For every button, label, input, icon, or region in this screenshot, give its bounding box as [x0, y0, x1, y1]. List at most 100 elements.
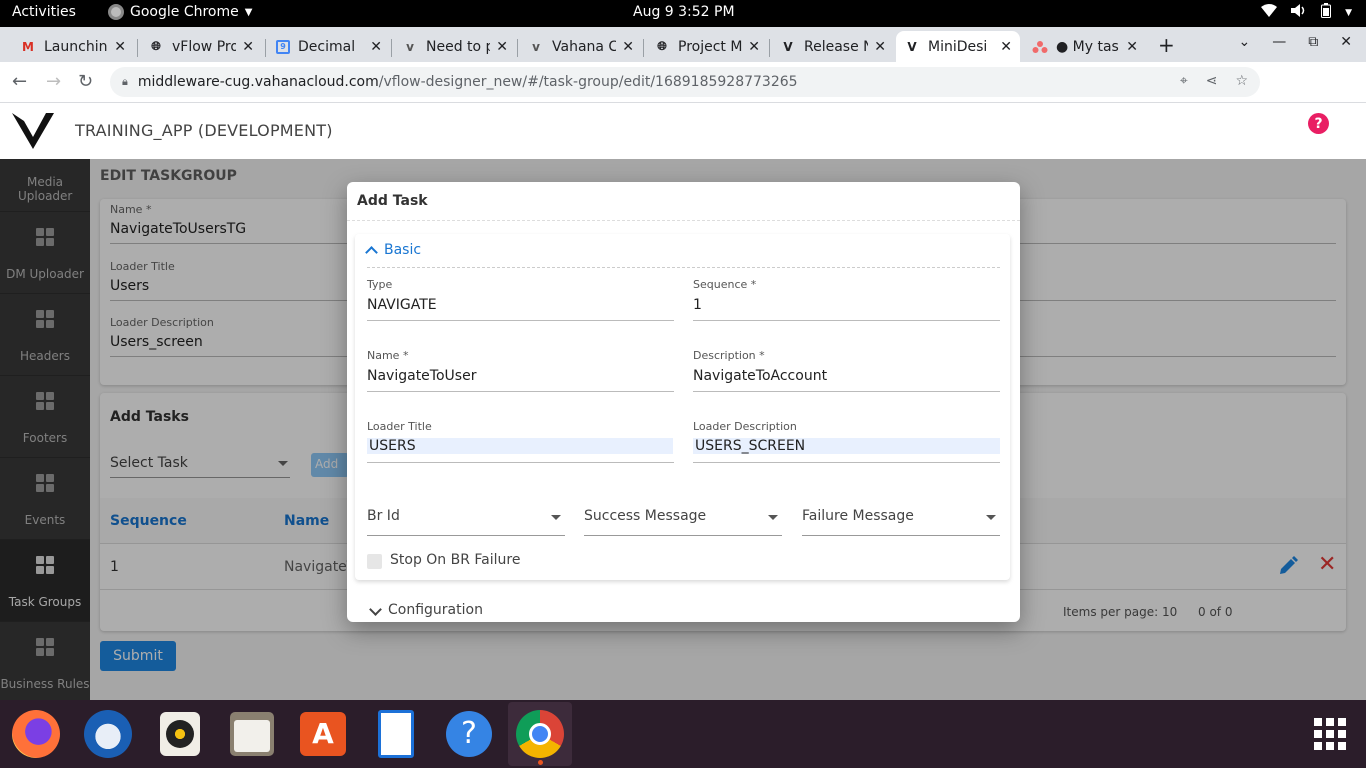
- firefox-icon[interactable]: [12, 710, 60, 758]
- minimize-button[interactable]: —: [1272, 34, 1286, 50]
- url-path: /vflow-designer_new/#/task-group/edit/16…: [378, 74, 798, 90]
- browser-tab[interactable]: V Release N ✕: [772, 31, 894, 62]
- close-icon[interactable]: ✕: [496, 39, 508, 55]
- close-icon[interactable]: ✕: [622, 39, 634, 55]
- tab-title: Vahana C: [552, 38, 617, 55]
- tab-title: Need to p: [426, 38, 491, 55]
- loader-description-field[interactable]: USERS_SCREEN: [693, 438, 1000, 454]
- share-icon[interactable]: ⋖: [1206, 73, 1218, 89]
- new-tab-button[interactable]: +: [1158, 33, 1175, 57]
- basic-section-label: Basic: [384, 242, 422, 258]
- sequence-field[interactable]: 1: [693, 297, 702, 313]
- app-menu[interactable]: Google Chrome ▼: [108, 4, 252, 20]
- browser-tab[interactable]: ● My tas ✕: [1024, 31, 1146, 62]
- name-field[interactable]: NavigateToUser: [367, 368, 476, 384]
- files-icon[interactable]: [230, 712, 274, 756]
- browser-tab[interactable]: M Launchin ✕: [12, 31, 134, 62]
- browser-tab[interactable]: 🌐︎ Project M ✕: [646, 31, 768, 62]
- browser-tab[interactable]: 🌐︎ vFlow Pro ✕: [140, 31, 262, 62]
- tab-title: vFlow Pro: [172, 38, 237, 55]
- app-menu-label: Google Chrome: [130, 4, 239, 20]
- help-icon[interactable]: ?: [1308, 113, 1329, 134]
- type-label: Type: [367, 278, 393, 291]
- browser-tab[interactable]: v Need to p ✕: [394, 31, 516, 62]
- tab-title: ● My tas: [1056, 38, 1119, 55]
- help-dock-icon[interactable]: ?: [446, 711, 492, 757]
- system-tray[interactable]: ▼: [1261, 3, 1352, 22]
- back-button[interactable]: ←: [12, 71, 27, 92]
- sequence-label: Sequence *: [693, 278, 757, 291]
- chevron-down-icon: ▼: [244, 6, 253, 18]
- lock-icon[interactable]: 🔒︎: [122, 75, 128, 89]
- close-icon[interactable]: ✕: [1000, 39, 1012, 55]
- gmail-icon: M: [22, 39, 34, 54]
- browser-tab-active[interactable]: V MiniDesi ✕: [896, 31, 1020, 62]
- asana-icon: [1032, 39, 1048, 55]
- bookmark-star-icon[interactable]: ☆: [1235, 73, 1248, 89]
- close-icon[interactable]: ✕: [748, 39, 760, 55]
- description-field[interactable]: NavigateToAccount: [693, 368, 827, 384]
- globe-icon: 🌐︎: [151, 39, 161, 53]
- failure-message-label: Failure Message: [802, 508, 914, 524]
- address-bar[interactable]: 🔒︎ middleware-cug.vahanacloud.com /vflow…: [110, 67, 1260, 97]
- loader-description-label: Loader Description: [693, 420, 797, 433]
- reload-button[interactable]: ↻: [78, 71, 93, 92]
- close-icon[interactable]: ✕: [370, 39, 382, 55]
- stop-on-br-failure-checkbox[interactable]: [367, 554, 382, 569]
- app-header: TRAINING_APP (DEVELOPMENT) ?: [0, 103, 1366, 159]
- close-icon[interactable]: ✕: [874, 39, 886, 55]
- activities-button[interactable]: Activities: [12, 4, 76, 20]
- thunderbird-icon[interactable]: [84, 710, 132, 758]
- configuration-section-header[interactable]: Configuration: [369, 602, 483, 618]
- url-host: middleware-cug.vahanacloud.com: [137, 74, 379, 90]
- rhythmbox-icon[interactable]: [160, 712, 200, 756]
- close-icon[interactable]: ✕: [1126, 39, 1138, 55]
- loader-title-label: Loader Title: [367, 420, 432, 433]
- forward-button[interactable]: →: [46, 71, 61, 92]
- caret-down-icon: [986, 515, 996, 520]
- location-icon[interactable]: ⌖: [1180, 73, 1188, 89]
- type-field[interactable]: NAVIGATE: [367, 297, 437, 313]
- dialog-title: Add Task: [357, 193, 428, 209]
- close-window-button[interactable]: ✕: [1340, 34, 1352, 50]
- tab-title: Decimal: [298, 38, 356, 55]
- wifi-icon: [1261, 4, 1278, 21]
- clock[interactable]: Aug 9 3:52 PM: [633, 4, 735, 20]
- failure-message-dropdown[interactable]: Failure Message: [802, 508, 1000, 536]
- tab-title: Project M: [678, 38, 743, 55]
- software-center-icon[interactable]: A: [300, 712, 346, 756]
- show-apps-icon[interactable]: [1314, 718, 1346, 750]
- globe-icon: 🌐︎: [657, 39, 667, 53]
- os-top-bar: Activities Google Chrome ▼ Aug 9 3:52 PM…: [0, 0, 1366, 27]
- loader-title-field[interactable]: USERS: [367, 438, 673, 454]
- tab-search-icon[interactable]: ⌄: [1239, 34, 1251, 50]
- chevron-down-icon: [369, 602, 382, 616]
- vahana-icon: v: [406, 39, 414, 54]
- close-icon[interactable]: ✕: [242, 39, 254, 55]
- success-message-dropdown[interactable]: Success Message: [584, 508, 782, 536]
- battery-icon: [1321, 3, 1332, 22]
- add-task-dialog: Add Task Basic Type NAVIGATE Sequence * …: [347, 182, 1020, 622]
- br-id-label: Br Id: [367, 508, 400, 524]
- window-controls: ⌄ — ⧉ ✕: [1239, 34, 1352, 50]
- br-id-dropdown[interactable]: Br Id: [367, 508, 565, 536]
- browser-tab[interactable]: v Vahana C ✕: [520, 31, 642, 62]
- chrome-app-icon: [108, 4, 124, 20]
- restore-button[interactable]: ⧉: [1308, 34, 1318, 50]
- volume-icon: [1291, 4, 1307, 21]
- vahana-icon: v: [532, 39, 540, 54]
- stop-on-br-failure-label: Stop On BR Failure: [390, 552, 521, 568]
- chevron-down-icon: ▼: [1345, 7, 1352, 18]
- configuration-section-label: Configuration: [388, 602, 483, 618]
- vahana-icon: V: [907, 39, 917, 54]
- close-icon[interactable]: ✕: [114, 39, 126, 55]
- basic-section-header[interactable]: Basic: [365, 242, 422, 259]
- writer-icon[interactable]: [378, 710, 414, 758]
- browser-tab[interactable]: 9 Decimal ✕: [268, 31, 390, 62]
- chrome-dock-active[interactable]: [508, 702, 572, 766]
- tab-title: MiniDesi: [928, 38, 988, 55]
- browser-toolbar: ← → ↻ 🔒︎ middleware-cug.vahanacloud.com …: [0, 62, 1366, 155]
- vahana-icon: V: [783, 39, 793, 54]
- chevron-up-icon: [365, 246, 378, 259]
- app-title: TRAINING_APP (DEVELOPMENT): [75, 121, 333, 140]
